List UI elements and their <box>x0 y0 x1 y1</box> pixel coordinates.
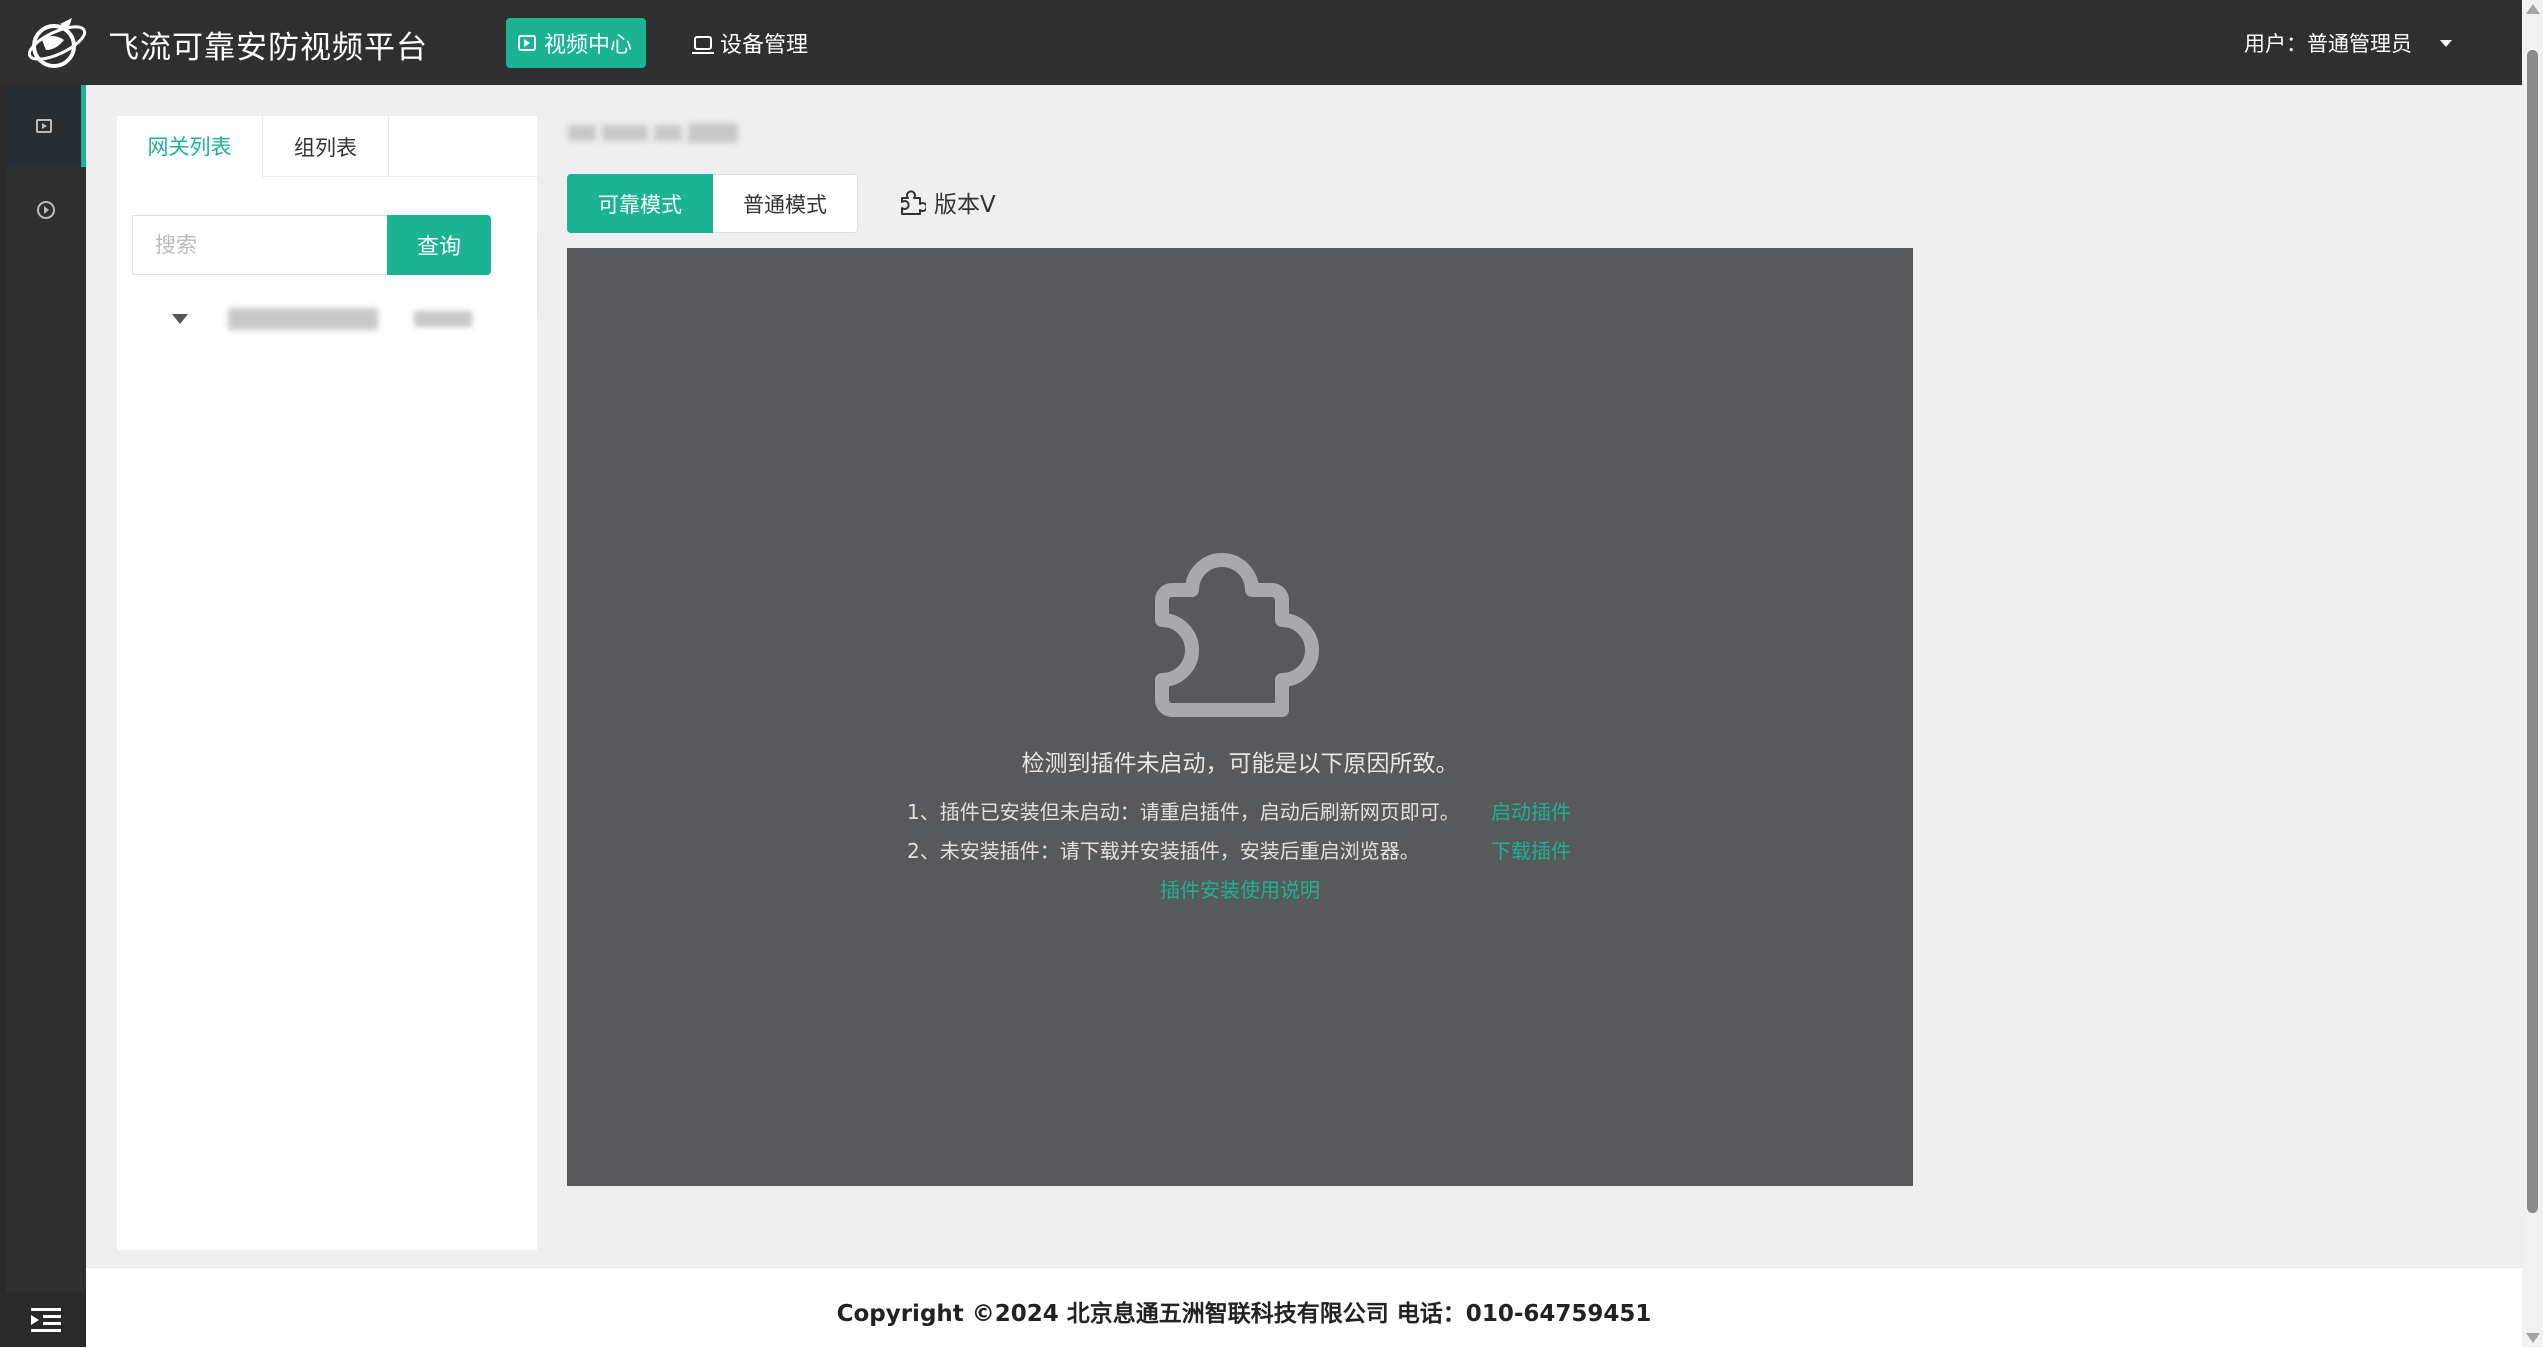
nav-device-management-label: 设备管理 <box>720 33 809 58</box>
breadcrumb <box>568 120 738 146</box>
tab-group-list[interactable]: 组列表 <box>263 116 389 177</box>
download-plugin-link[interactable]: 下载插件 <box>1491 835 1571 864</box>
scroll-thumb[interactable] <box>2527 50 2538 1213</box>
reason-1: 1、插件已安装但未启动：请重启插件，启动后刷新网页即可。 <box>907 800 1460 824</box>
page-scrollbar[interactable] <box>2522 0 2543 1347</box>
app-title: 飞流可靠安防视频平台 <box>108 30 428 66</box>
left-sidebar <box>6 85 86 1347</box>
user-menu[interactable]: 用户：普通管理员 <box>2244 28 2452 58</box>
nav-device-management[interactable]: 设备管理 <box>682 18 832 68</box>
replay-icon <box>37 201 55 219</box>
gateway-tabs: 网关列表 组列表 <box>117 116 537 177</box>
search-input[interactable] <box>132 215 388 275</box>
version-label: 版本V <box>934 192 996 218</box>
plugin-not-started-message: 检测到插件未启动，可能是以下原因所致。 <box>1021 751 1459 777</box>
tab-gateway-list[interactable]: 网关列表 <box>117 116 263 177</box>
sidebar-item-video-center[interactable] <box>6 85 86 167</box>
chevron-down-icon <box>2440 39 2452 47</box>
blurred-gateway-name <box>228 308 378 330</box>
mode-switch: 可靠模式 普通模式 <box>567 174 858 233</box>
scroll-up-arrow-icon[interactable] <box>2526 4 2540 14</box>
gateway-panel: 网关列表 组列表 查询 <box>117 116 537 1250</box>
start-plugin-link[interactable]: 启动插件 <box>1491 796 1571 825</box>
blurred-gateway-id <box>414 311 472 327</box>
reason-2: 2、未安装插件：请下载并安装插件，安装后重启浏览器。 <box>907 839 1420 863</box>
caret-down-icon[interactable] <box>172 314 188 324</box>
main-content: 网关列表 组列表 查询 可靠模式 普通模式 版本V 检测到插件未启动，可能是以下… <box>86 85 2522 1267</box>
user-label: 用户：普通管理员 <box>2244 32 2412 56</box>
divider <box>537 236 538 316</box>
copyright-text: Copyright ©2024 北京息通五洲智联科技有限公司 电话：010-64… <box>836 1301 1652 1327</box>
video-player-area: 检测到插件未启动，可能是以下原因所致。 1、插件已安装但未启动：请重启插件，启动… <box>567 248 1913 1186</box>
plugin-guide-link[interactable]: 插件安装使用说明 <box>567 874 1913 903</box>
top-header: 飞流可靠安防视频平台 视频中心 设备管理 用户：普通管理员 <box>0 0 2522 85</box>
monitor-icon <box>692 36 714 54</box>
play-box-icon <box>518 35 536 51</box>
reliable-mode-button[interactable]: 可靠模式 <box>567 174 713 233</box>
tree-node-gateway[interactable] <box>172 299 492 339</box>
nav-video-center[interactable]: 视频中心 <box>506 18 646 68</box>
puzzle-icon <box>901 190 926 215</box>
scroll-down-arrow-icon[interactable] <box>2526 1333 2540 1343</box>
version-info: 版本V <box>898 185 996 219</box>
logo-globe-icon <box>27 18 87 68</box>
sidebar-collapse-button[interactable] <box>6 1292 86 1347</box>
indent-menu-icon <box>31 1307 61 1332</box>
play-box-icon <box>35 119 52 133</box>
footer: Copyright ©2024 北京息通五洲智联科技有限公司 电话：010-64… <box>86 1267 2522 1348</box>
query-button[interactable]: 查询 <box>387 215 491 275</box>
normal-mode-button[interactable]: 普通模式 <box>713 174 858 233</box>
nav-video-center-label: 视频中心 <box>544 33 633 58</box>
plugin-puzzle-icon <box>1155 553 1319 717</box>
sidebar-item-playback[interactable] <box>6 169 86 251</box>
